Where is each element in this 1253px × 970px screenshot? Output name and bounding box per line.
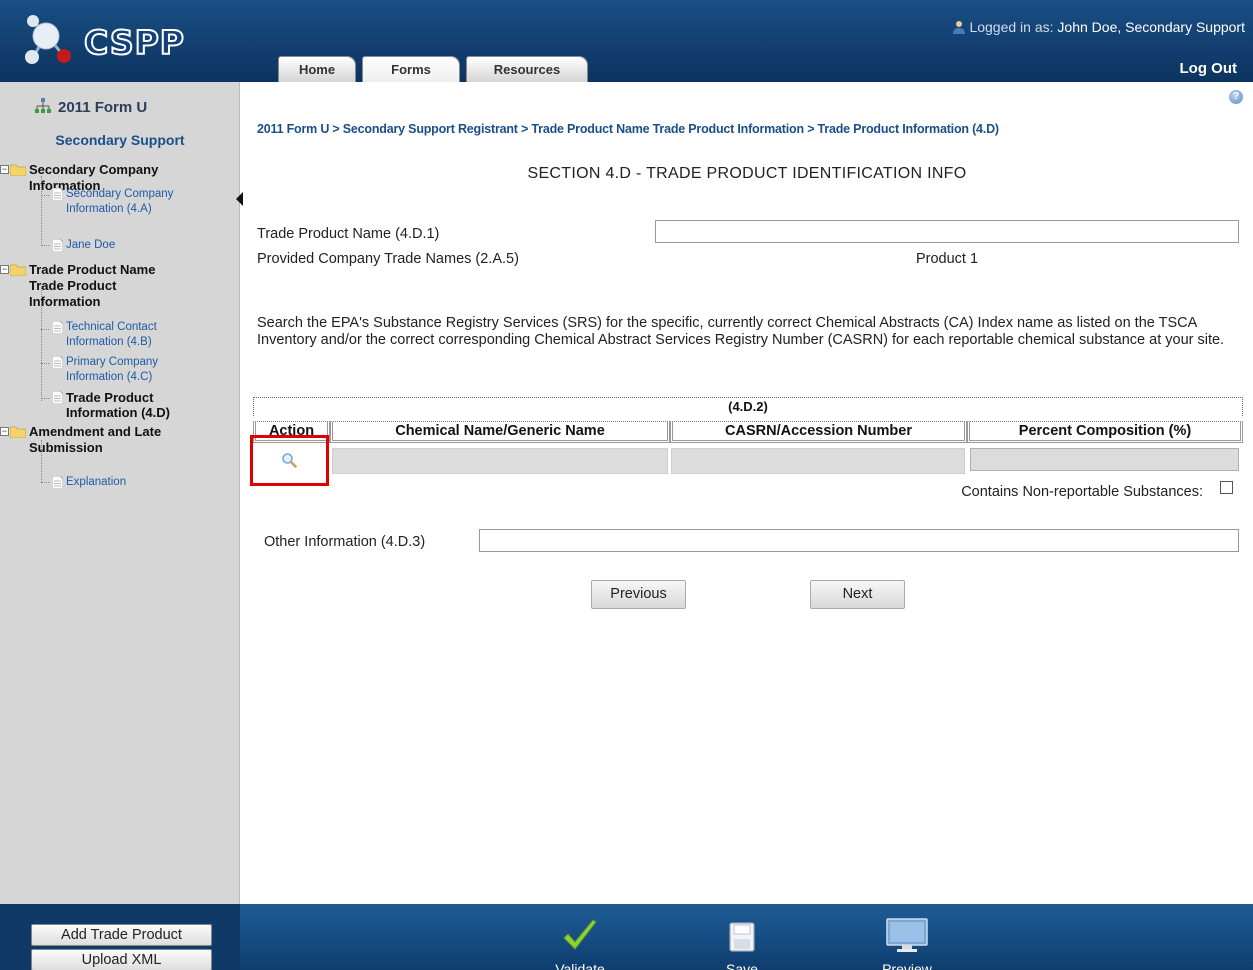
percent-composition-input[interactable] (970, 448, 1239, 471)
preview-button[interactable]: Preview (867, 918, 947, 970)
preview-label: Preview (882, 961, 932, 970)
column-header-casrn: CASRN/Accession Number (670, 421, 967, 443)
provided-trade-names-label: Provided Company Trade Names (2.A.5) (257, 251, 519, 267)
tree-node-trade-product[interactable]: − Trade Product Name Trade Product Infor… (0, 262, 230, 310)
logged-in-prefix: Logged in as: (969, 19, 1054, 35)
tree-branch (41, 329, 49, 330)
column-header-percent: Percent Composition (%) (967, 421, 1243, 443)
tab-forms[interactable]: Forms (362, 56, 460, 82)
floppy-disk-icon (729, 922, 755, 952)
logged-in-user: John Doe, Secondary Support (1057, 19, 1245, 35)
user-icon (953, 21, 966, 34)
breadcrumb: 2011 Form U > Secondary Support Registra… (257, 122, 999, 136)
tree-leaf-label[interactable]: Technical Contact Information (4.B) (66, 320, 181, 350)
tree-leaf-primary-company[interactable]: Primary Company Information (4.C) (52, 355, 232, 385)
collapse-toggle-icon[interactable]: − (0, 427, 9, 436)
other-information-label: Other Information (4.D.3) (264, 534, 426, 550)
tree-node-label: Trade Product Name Trade Product Informa… (29, 262, 156, 309)
tree-branch (41, 482, 49, 483)
validate-button[interactable]: Validate (540, 918, 620, 970)
document-icon (52, 356, 63, 369)
tree-leaf-label-active[interactable]: Trade Product Information (4.D) (66, 390, 181, 420)
tree-node-label: Amendment and Late Submission (29, 424, 162, 455)
section-title: SECTION 4.D - TRADE PRODUCT IDENTIFICATI… (527, 165, 967, 182)
footer-left-panel: Add Trade Product Upload XML (0, 904, 240, 970)
upload-xml-button[interactable]: Upload XML (31, 949, 212, 970)
folder-icon (10, 264, 26, 276)
tree-leaf-jane-doe[interactable]: Jane Doe (52, 238, 232, 253)
tree-leaf-trade-product-info[interactable]: Trade Product Information (4.D) (52, 390, 232, 420)
save-button[interactable]: Save (702, 918, 782, 970)
document-icon (52, 321, 63, 334)
molecule-icon (25, 15, 71, 64)
previous-button[interactable]: Previous (591, 580, 686, 609)
sidebar-title: 2011 Form U (34, 98, 147, 116)
tree-branch (41, 398, 49, 399)
tree-leaf-label[interactable]: Primary Company Information (4.C) (66, 355, 181, 385)
add-trade-product-button[interactable]: Add Trade Product (31, 924, 212, 946)
document-icon (52, 188, 63, 201)
folder-icon (10, 164, 26, 176)
table-cell-chemical-name (332, 448, 668, 474)
column-header-action: Action (253, 421, 330, 443)
sidebar-title-text: 2011 Form U (58, 99, 148, 116)
cspp-logo: CSPP (22, 10, 197, 72)
logo-text: CSPP (83, 22, 185, 63)
logged-in-status: Logged in as: John Doe, Secondary Suppor… (952, 19, 1245, 35)
collapse-toggle-icon[interactable]: − (0, 265, 9, 274)
trade-product-name-label: Trade Product Name (4.D.1) (257, 226, 440, 242)
validate-label: Validate (555, 961, 605, 970)
document-icon (52, 391, 63, 404)
tab-resources[interactable]: Resources (466, 56, 588, 82)
monitor-icon (886, 918, 928, 952)
trade-product-name-input[interactable] (655, 220, 1239, 243)
collapse-toggle-icon[interactable]: − (0, 165, 9, 174)
next-button[interactable]: Next (810, 580, 905, 609)
tree-leaf-label[interactable]: Secondary Company Information (4.A) (66, 187, 206, 217)
tree-branch (41, 195, 49, 196)
tree-leaf-label[interactable]: Explanation (66, 475, 126, 490)
folder-icon (10, 426, 26, 438)
tree-leaf-technical-contact[interactable]: Technical Contact Information (4.B) (52, 320, 232, 350)
tree-leaf-secondary-company-info[interactable]: Secondary Company Information (4.A) (52, 187, 232, 217)
document-icon (52, 239, 63, 252)
other-information-input[interactable] (479, 529, 1239, 552)
search-icon[interactable] (281, 452, 297, 468)
logout-link[interactable]: Log Out (1180, 60, 1237, 77)
table-cell-casrn (671, 448, 965, 474)
tree-branch (41, 245, 49, 246)
tree-node-amendment[interactable]: − Amendment and Late Submission (0, 424, 230, 456)
app-header: CSPP Logged in as: John Doe, Secondary S… (0, 0, 1253, 82)
tree-leaf-explanation[interactable]: Explanation (52, 475, 232, 490)
srs-search-description: Search the EPA's Substance Registry Serv… (257, 315, 1225, 348)
non-reportable-checkbox[interactable] (1220, 481, 1233, 494)
sitemap-icon (35, 98, 51, 113)
tree-branch (41, 363, 49, 364)
table-caption: (4.D.2) (253, 397, 1243, 416)
help-icon[interactable]: ? (1229, 90, 1243, 104)
sidebar-subtitle: Secondary Support (55, 132, 185, 148)
footer-toolbar: Add Trade Product Upload XML Validate Sa… (0, 904, 1253, 970)
tab-home[interactable]: Home (278, 56, 356, 82)
sidebar: 2011 Form U Secondary Support − Secondar… (0, 82, 243, 904)
checkmark-icon (563, 919, 597, 950)
tree-leaf-label[interactable]: Jane Doe (66, 238, 115, 253)
save-label: Save (726, 961, 758, 970)
provided-trade-names-value: Product 1 (915, 251, 979, 267)
non-reportable-label: Contains Non-reportable Substances: (961, 484, 1203, 500)
document-icon (52, 476, 63, 489)
column-header-chemical-name: Chemical Name/Generic Name (330, 421, 670, 443)
collapse-sidebar-icon[interactable] (236, 192, 243, 206)
